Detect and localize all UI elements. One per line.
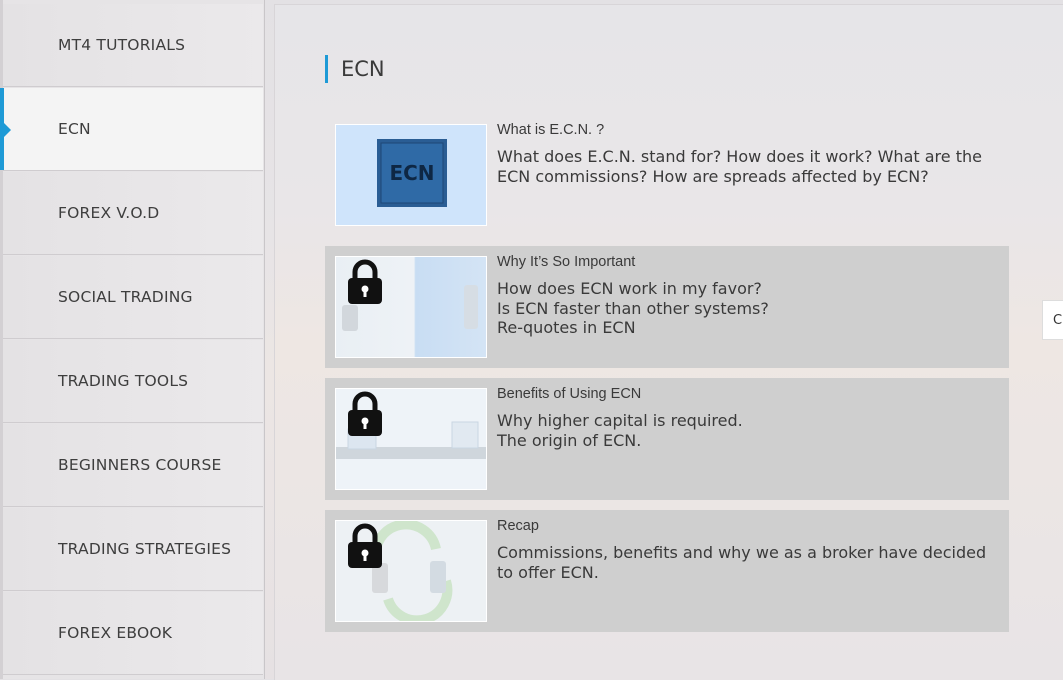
sidebar-item-trading-tools[interactable]: TRADING TOOLS	[3, 340, 263, 423]
sidebar-item-label: SOCIAL TRADING	[58, 288, 193, 306]
lesson-title: What is E.C.N. ?	[497, 122, 605, 138]
sidebar: MT4 TUTORIALS ECN FOREX V.O.D SOCIAL TRA…	[0, 0, 265, 679]
lesson-title: Recap	[497, 518, 539, 534]
sidebar-item-label: MT4 TUTORIALS	[58, 36, 186, 54]
lesson-description-line: Why higher capital is required.	[497, 411, 743, 430]
lesson-description: Commissions, benefits and why we as a br…	[497, 543, 997, 582]
edge-tab-label: C	[1053, 312, 1063, 328]
lesson-description-line: The origin of ECN.	[497, 430, 642, 450]
lesson-card-what-is-ecn[interactable]: ECN What is E.C.N. ? What does E.C.N. st…	[325, 114, 1009, 236]
lesson-card-benefits[interactable]: Benefits of Using ECN Why higher capital…	[325, 378, 1009, 500]
lesson-description-line: How does ECN work in my favor?	[497, 279, 762, 298]
sidebar-item-trading-strategies[interactable]: TRADING STRATEGIES	[3, 508, 263, 591]
lock-icon	[348, 259, 382, 304]
lesson-card-recap[interactable]: Recap Commissions, benefits and why we a…	[325, 510, 1009, 632]
lesson-description-line: What does E.C.N. stand for? How does it …	[497, 147, 982, 186]
lesson-description: Why higher capital is required. The orig…	[497, 411, 997, 450]
edge-tab[interactable]: C	[1042, 300, 1063, 340]
sidebar-item-forex-ebook[interactable]: FOREX EBOOK	[3, 592, 263, 675]
lesson-card-why-important[interactable]: Why It’s So Important How does ECN work …	[325, 246, 1009, 368]
lesson-description: What does E.C.N. stand for? How does it …	[497, 147, 997, 186]
sidebar-item-label: TRADING TOOLS	[58, 372, 189, 390]
lesson-description-line: Commissions, benefits and why we as a br…	[497, 543, 987, 582]
sidebar-item-forex-vod[interactable]: FOREX V.O.D	[3, 172, 263, 255]
sidebar-item-label: BEGINNERS COURSE	[58, 456, 222, 474]
lock-icon	[348, 391, 382, 436]
lesson-title: Why It’s So Important	[497, 254, 636, 270]
sidebar-item-label: TRADING STRATEGIES	[58, 540, 232, 558]
sidebar-item-beginners-course[interactable]: BEGINNERS COURSE	[3, 424, 263, 507]
sidebar-item-label: FOREX V.O.D	[58, 204, 160, 222]
lesson-description-line: Is ECN faster than other systems?	[497, 298, 769, 318]
sidebar-item-social-trading[interactable]: SOCIAL TRADING	[3, 256, 263, 339]
sidebar-item-ecn[interactable]: ECN	[0, 88, 263, 171]
lock-icon	[348, 523, 382, 568]
lesson-thumbnail[interactable]	[335, 256, 487, 358]
lesson-title: Benefits of Using ECN	[497, 386, 642, 402]
ecn-logo-text: ECN	[389, 161, 435, 185]
lesson-thumbnail[interactable]: ECN	[335, 124, 487, 226]
page-title: ECN	[325, 55, 385, 83]
sidebar-item-label: FOREX EBOOK	[58, 624, 173, 642]
lesson-thumbnail[interactable]	[335, 388, 487, 490]
sidebar-item-mt4-tutorials[interactable]: MT4 TUTORIALS	[3, 4, 263, 87]
lesson-description: How does ECN work in my favor? Is ECN fa…	[497, 279, 997, 338]
lesson-description-line: Re-quotes in ECN	[497, 318, 636, 337]
lesson-thumbnail[interactable]	[335, 520, 487, 622]
sidebar-item-label: ECN	[58, 120, 91, 138]
